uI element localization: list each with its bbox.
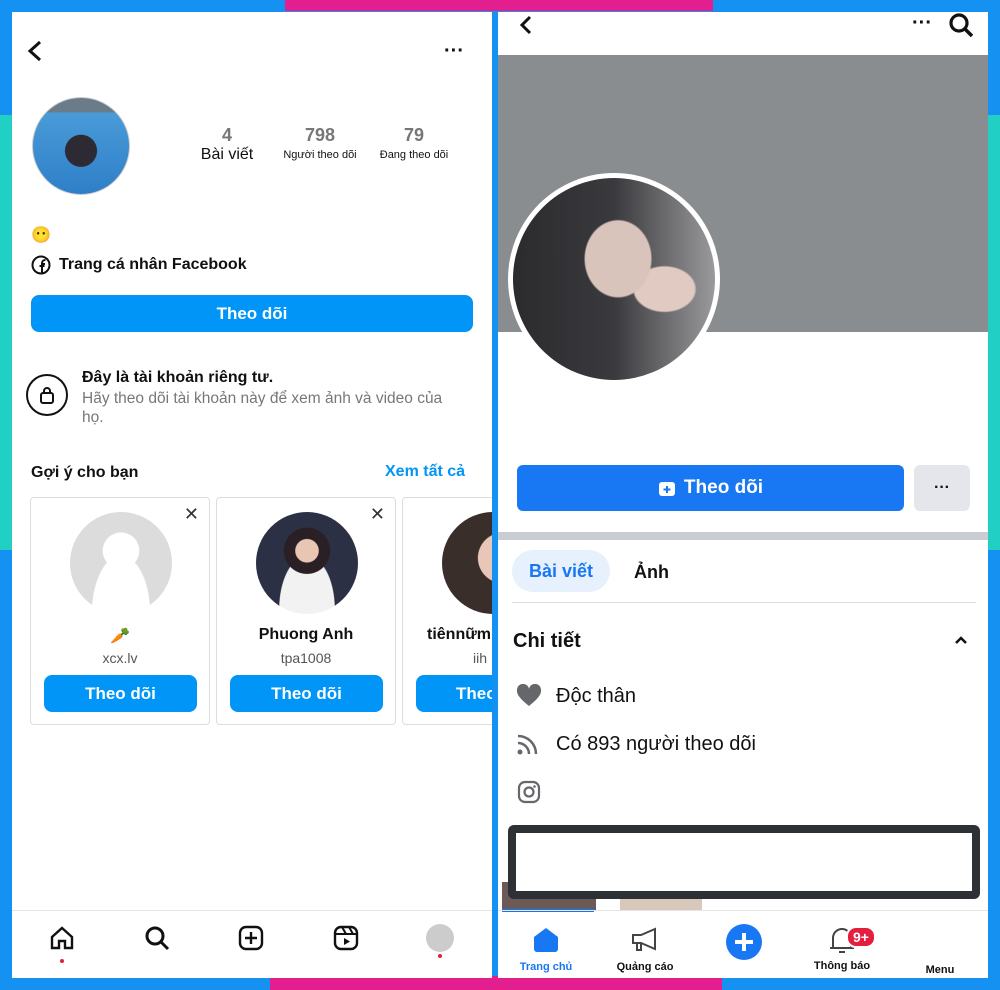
private-description: Hãy theo dõi tài khoản này để xem ảnh và… <box>82 390 443 426</box>
avatar[interactable] <box>442 512 492 614</box>
nav-ads[interactable]: Quảng cáo <box>595 920 695 973</box>
heart-icon <box>516 684 542 706</box>
chevron-up-icon[interactable] <box>954 635 968 645</box>
tab-photos[interactable]: Ảnh <box>634 562 669 583</box>
details-title: Chi tiết <box>513 630 581 652</box>
follow-label: Theo dõi <box>683 477 764 498</box>
facebook-link-label: Trang cá nhân Facebook <box>59 256 247 273</box>
nav-menu[interactable]: Menu <box>890 920 988 976</box>
profile-picture[interactable] <box>508 173 720 385</box>
divider <box>12 910 492 911</box>
private-title: Đây là tài khoản riêng tư. <box>82 369 274 386</box>
follow-button[interactable]: Theo dõi <box>230 675 383 712</box>
suggestion-name: tiênnữm <box>427 626 492 643</box>
followers-count[interactable]: 798 <box>274 125 366 146</box>
suggestion-name: Phuong Anh <box>258 626 354 643</box>
more-icon[interactable]: ··· <box>444 40 464 63</box>
search-icon[interactable] <box>137 924 177 957</box>
detail-text: Có 893 người theo dõi <box>556 732 756 755</box>
facebook-icon <box>31 255 51 275</box>
suggestion-username: iih <box>473 650 488 666</box>
posts-label: Bài viết <box>200 146 254 163</box>
avatar[interactable] <box>32 97 130 195</box>
suggestions-title: Gợi ý cho bạn <box>31 464 139 481</box>
back-icon[interactable] <box>26 40 46 62</box>
create-icon[interactable] <box>231 924 271 957</box>
profile-icon[interactable] <box>420 924 460 960</box>
suggestion-username: tpa1008 <box>280 650 332 666</box>
follow-button[interactable]: Theo dõi <box>517 465 904 511</box>
divider <box>498 532 988 540</box>
redaction-box <box>508 825 980 899</box>
divider <box>512 602 976 603</box>
notification-badge: 9+ <box>846 926 876 948</box>
lock-icon <box>26 374 68 416</box>
detail-relationship: Độc thân <box>516 684 636 708</box>
more-icon[interactable]: ··· <box>912 12 932 35</box>
search-icon[interactable] <box>948 12 974 38</box>
follow-button[interactable]: Theo <box>416 675 492 712</box>
nav-label: Quảng cáo <box>616 961 674 973</box>
nav-label: Trang chủ <box>519 961 573 973</box>
frame-accent <box>285 0 713 11</box>
close-icon[interactable]: ✕ <box>184 504 199 525</box>
suggestion-card[interactable]: tiênnữm iih Theo <box>402 497 492 725</box>
megaphone-icon <box>632 927 656 951</box>
back-icon[interactable] <box>518 15 534 35</box>
rss-icon <box>517 734 538 755</box>
follow-icon <box>658 482 675 496</box>
more-options-button[interactable]: ··· <box>914 465 970 511</box>
home-icon <box>534 928 558 952</box>
follow-button[interactable]: Theo dõi <box>44 675 197 712</box>
suggestion-username: xcx.lv <box>102 650 138 666</box>
nav-label: Thông báo <box>813 960 871 972</box>
nav-notifications[interactable]: Thông báo 9+ <box>792 920 892 972</box>
suggestion-card[interactable]: ✕ Phuong Anh tpa1008 Theo dõi <box>216 497 396 725</box>
close-icon[interactable]: ✕ <box>370 504 385 525</box>
following-label[interactable]: Đang theo dõi <box>369 149 459 161</box>
followers-label[interactable]: Người theo dõi <box>274 149 366 161</box>
following-count[interactable]: 79 <box>369 125 459 146</box>
nav-create[interactable] <box>694 920 794 964</box>
avatar-placeholder[interactable] <box>70 512 172 614</box>
facebook-profile: ··· Theo dõi ··· Bài viết Ảnh Chi tiết Đ… <box>498 12 988 978</box>
suggestion-card[interactable]: ✕ 🥕 xcx.lv Theo dõi <box>30 497 210 725</box>
instagram-icon[interactable] <box>517 780 541 804</box>
posts-count: 4 <box>221 125 232 145</box>
frame-accent <box>988 115 1000 550</box>
plus-icon <box>726 924 762 960</box>
frame-accent <box>270 976 722 990</box>
frame-accent <box>0 115 12 550</box>
see-all-link[interactable]: Xem tất cả <box>385 463 465 481</box>
detail-followers[interactable]: Có 893 người theo dõi <box>516 732 756 756</box>
reels-icon[interactable] <box>326 924 366 957</box>
tab-posts[interactable]: Bài viết <box>512 550 610 592</box>
avatar[interactable] <box>256 512 358 614</box>
nav-label: Menu <box>925 964 955 976</box>
divider <box>498 910 988 911</box>
follow-button[interactable]: Theo dõi <box>31 295 473 332</box>
facebook-link[interactable]: Trang cá nhân Facebook <box>31 255 247 275</box>
bio-emoji: 😶 <box>31 227 51 244</box>
nav-home[interactable]: Trang chủ <box>498 920 596 973</box>
home-icon[interactable] <box>42 924 82 965</box>
instagram-profile: ··· 4 Bài viết 798 Người theo dõi 79 Đang t… <box>12 12 492 978</box>
detail-text: Độc thân <box>556 684 637 707</box>
suggestion-name: 🥕 <box>110 628 130 645</box>
